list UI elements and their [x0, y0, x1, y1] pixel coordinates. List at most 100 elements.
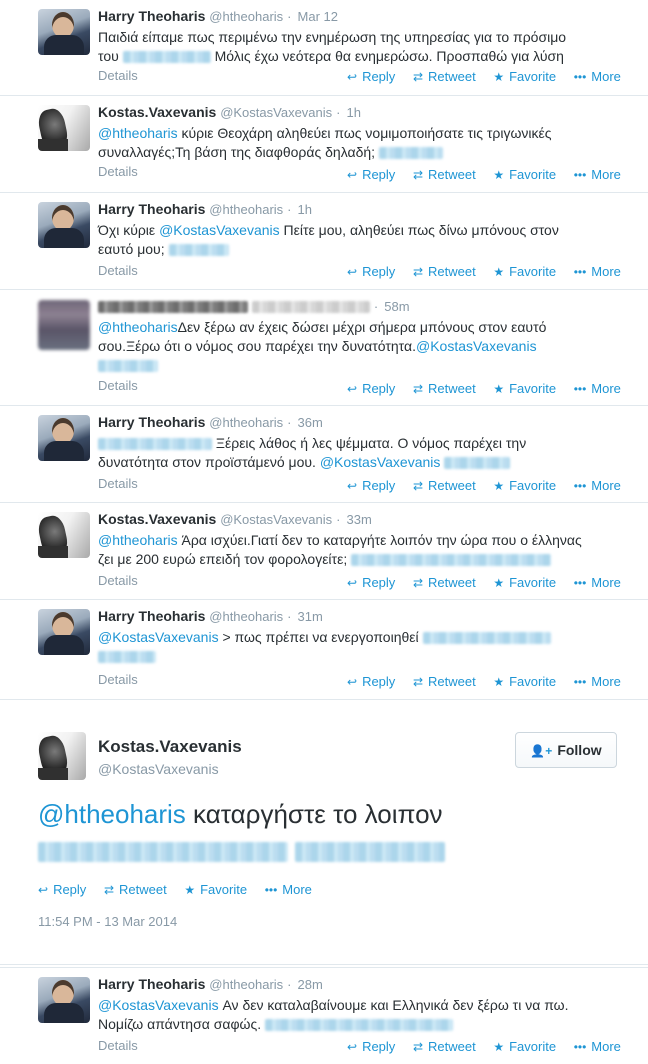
- avatar[interactable]: [38, 732, 86, 780]
- more-button[interactable]: ••• More: [574, 264, 621, 279]
- author-name[interactable]: Kostas.Vaxevanis: [98, 511, 216, 527]
- more-button[interactable]: ••• More: [574, 575, 621, 590]
- reply-button[interactable]: ↩ Reply: [347, 575, 395, 590]
- timestamp[interactable]: 1h: [332, 105, 361, 120]
- author-handle[interactable]: @htheoharis: [209, 977, 283, 992]
- avatar[interactable]: [38, 609, 90, 655]
- mention-link[interactable]: @KostasVaxevanis: [320, 454, 441, 470]
- avatar[interactable]: [38, 300, 90, 350]
- mention-link[interactable]: @htheoharis: [98, 319, 178, 335]
- tweet-3[interactable]: Harry Theoharis @htheoharis1h Όχι κύριε …: [0, 193, 648, 290]
- avatar[interactable]: [38, 415, 90, 461]
- mention-link[interactable]: @KostasVaxevanis: [159, 222, 280, 238]
- reply-button[interactable]: ↩ Reply: [347, 381, 395, 396]
- favorite-button[interactable]: ★ Favorite: [493, 381, 556, 396]
- reply-button[interactable]: ↩ Reply: [347, 167, 395, 182]
- favorite-button[interactable]: ★ Favorite: [493, 674, 556, 689]
- author-name[interactable]: Kostas.Vaxevanis: [98, 104, 216, 120]
- tweet-8[interactable]: Harry Theoharis @htheoharis28m @KostasVa…: [0, 967, 648, 1064]
- retweet-button[interactable]: ⇄ Retweet: [413, 478, 476, 493]
- mention-link[interactable]: @htheoharis: [98, 532, 178, 548]
- mention-link[interactable]: @KostasVaxevanis: [416, 338, 537, 354]
- timestamp[interactable]: 36m: [283, 415, 323, 430]
- author-name[interactable]: Harry Theoharis: [98, 414, 205, 430]
- more-button[interactable]: ••• More: [574, 381, 621, 396]
- details-link[interactable]: Details: [98, 378, 138, 393]
- mention-link[interactable]: @KostasVaxevanis: [98, 997, 219, 1013]
- details-link[interactable]: Details: [98, 1038, 138, 1053]
- star-icon: ★: [493, 168, 505, 182]
- author-handle[interactable]: @KostasVaxevanis: [220, 105, 332, 120]
- more-button[interactable]: ••• More: [574, 674, 621, 689]
- favorite-button[interactable]: ★ Favorite: [184, 882, 247, 897]
- author-handle[interactable]: @htheoharis: [209, 415, 283, 430]
- follow-button[interactable]: 👤+ Follow: [515, 732, 617, 768]
- details-link[interactable]: Details: [98, 573, 138, 588]
- timestamp[interactable]: 58m: [370, 299, 410, 314]
- tweet-1[interactable]: Harry Theoharis @htheoharisMar 12 Παιδιά…: [0, 0, 648, 96]
- timestamp[interactable]: 33m: [332, 512, 372, 527]
- author-handle[interactable]: @htheoharis: [209, 9, 283, 24]
- more-button[interactable]: ••• More: [265, 882, 312, 897]
- details-link[interactable]: Details: [98, 68, 138, 83]
- more-button[interactable]: ••• More: [574, 69, 621, 84]
- reply-button[interactable]: ↩ Reply: [347, 674, 395, 689]
- reply-button[interactable]: ↩ Reply: [347, 478, 395, 493]
- more-button[interactable]: ••• More: [574, 167, 621, 182]
- tweet-2[interactable]: Kostas.Vaxevanis @KostasVaxevanis1h @hth…: [0, 96, 648, 193]
- author-name[interactable]: Harry Theoharis: [98, 8, 205, 24]
- tweet-5[interactable]: Harry Theoharis @htheoharis36m Ξέρεις λά…: [0, 406, 648, 503]
- redacted-author-name[interactable]: [98, 301, 248, 314]
- details-link[interactable]: Details: [98, 164, 138, 179]
- author-handle[interactable]: @KostasVaxevanis: [98, 761, 219, 777]
- retweet-button[interactable]: ⇄ Retweet: [413, 381, 476, 396]
- tweet-7[interactable]: Harry Theoharis @htheoharis31m @KostasVa…: [0, 600, 648, 699]
- more-button[interactable]: ••• More: [574, 478, 621, 493]
- favorite-button[interactable]: ★ Favorite: [493, 478, 556, 493]
- mention-link[interactable]: @htheoharis: [98, 125, 178, 141]
- author-handle[interactable]: @htheoharis: [209, 202, 283, 217]
- retweet-button[interactable]: ⇄ Retweet: [413, 575, 476, 590]
- mention-link[interactable]: @htheoharis: [38, 799, 186, 829]
- details-link[interactable]: Details: [98, 476, 138, 491]
- more-button[interactable]: ••• More: [574, 1039, 621, 1054]
- favorite-button[interactable]: ★ Favorite: [493, 167, 556, 182]
- reply-button[interactable]: ↩ Reply: [347, 264, 395, 279]
- favorite-button[interactable]: ★ Favorite: [493, 264, 556, 279]
- favorite-button[interactable]: ★ Favorite: [493, 69, 556, 84]
- redacted-mention[interactable]: [98, 438, 212, 451]
- retweet-button[interactable]: ⇄ Retweet: [413, 69, 476, 84]
- avatar[interactable]: [38, 9, 90, 55]
- retweet-button[interactable]: ⇄ Retweet: [104, 882, 167, 897]
- retweet-button[interactable]: ⇄ Retweet: [413, 674, 476, 689]
- tweet-6[interactable]: Kostas.Vaxevanis @KostasVaxevanis33m @ht…: [0, 503, 648, 600]
- retweet-button[interactable]: ⇄ Retweet: [413, 167, 476, 182]
- avatar[interactable]: [38, 512, 90, 558]
- author-handle[interactable]: @KostasVaxevanis: [220, 512, 332, 527]
- mention-link[interactable]: @KostasVaxevanis: [98, 629, 219, 645]
- timestamp[interactable]: 1h: [283, 202, 312, 217]
- timestamp[interactable]: Mar 12: [283, 9, 338, 24]
- author-name[interactable]: Harry Theoharis: [98, 608, 205, 624]
- timestamp[interactable]: 28m: [283, 977, 323, 992]
- redacted-author-handle[interactable]: [251, 301, 370, 314]
- author-name[interactable]: Kostas.Vaxevanis: [98, 737, 242, 757]
- author-name[interactable]: Harry Theoharis: [98, 976, 205, 992]
- avatar[interactable]: [38, 105, 90, 151]
- reply-button[interactable]: ↩ Reply: [38, 882, 86, 897]
- reply-button[interactable]: ↩ Reply: [347, 69, 395, 84]
- avatar[interactable]: [38, 202, 90, 248]
- tweet-date[interactable]: 11:54 PM - 13 Mar 2014: [38, 914, 177, 929]
- retweet-button[interactable]: ⇄ Retweet: [413, 1039, 476, 1054]
- tweet-4[interactable]: 58m @htheoharisΔεν ξέρω αν έχεις δώσει μ…: [0, 290, 648, 406]
- timestamp[interactable]: 31m: [283, 609, 323, 624]
- reply-button[interactable]: ↩ Reply: [347, 1039, 395, 1054]
- author-name[interactable]: Harry Theoharis: [98, 201, 205, 217]
- favorite-button[interactable]: ★ Favorite: [493, 1039, 556, 1054]
- author-handle[interactable]: @htheoharis: [209, 609, 283, 624]
- retweet-button[interactable]: ⇄ Retweet: [413, 264, 476, 279]
- details-link[interactable]: Details: [98, 672, 138, 687]
- details-link[interactable]: Details: [98, 263, 138, 278]
- avatar[interactable]: [38, 977, 90, 1023]
- favorite-button[interactable]: ★ Favorite: [493, 575, 556, 590]
